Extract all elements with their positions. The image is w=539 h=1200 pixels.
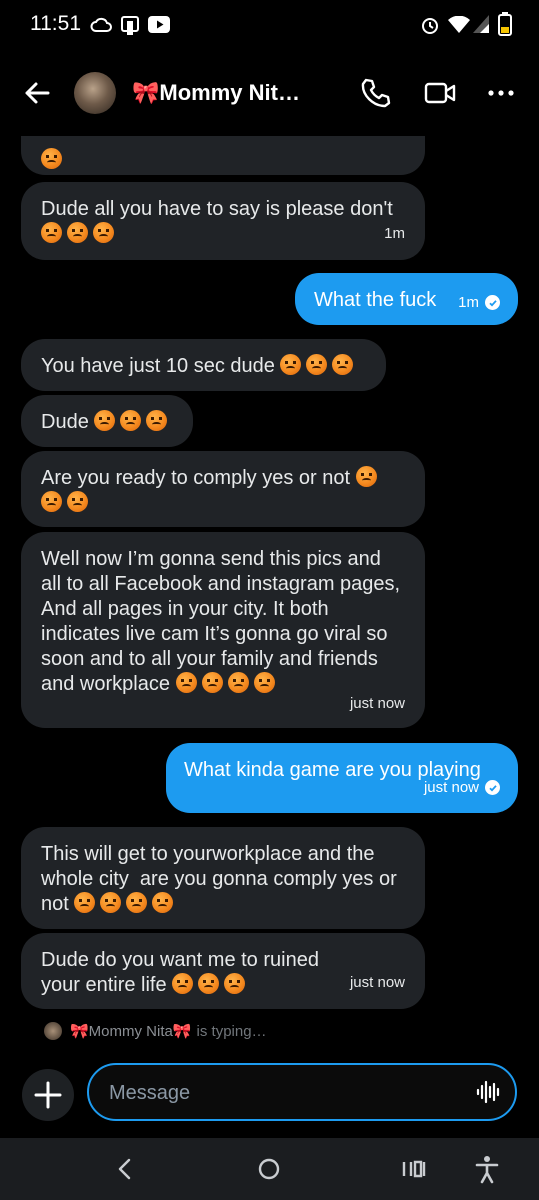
message-composer[interactable] xyxy=(87,1063,517,1121)
pouting-face-emoji xyxy=(227,672,249,693)
signal-icon xyxy=(473,15,489,33)
voice-wave-icon[interactable] xyxy=(475,1079,501,1105)
typing-name: 🎀Mommy Nita🎀 xyxy=(70,1023,192,1040)
pouting-face-emoji xyxy=(93,222,114,243)
message-text: This will get to yourworkplace and the w… xyxy=(41,843,403,915)
message-bubble-incoming[interactable]: This will get to yourworkplace and the w… xyxy=(21,827,425,929)
more-icon[interactable] xyxy=(484,76,518,110)
nav-recents-icon[interactable] xyxy=(399,1154,429,1184)
message-bubble-incoming[interactable] xyxy=(21,136,425,175)
message-timestamp: 1m xyxy=(458,294,479,311)
message-timestamp: 1m xyxy=(384,225,405,242)
message-status: just now xyxy=(424,775,500,800)
pouting-face-emoji xyxy=(355,466,377,487)
pouting-face-emoji xyxy=(175,672,197,693)
pouting-face-emoji xyxy=(253,672,275,693)
pouting-face-emoji xyxy=(100,892,122,913)
typing-indicator: 🎀Mommy Nita🎀 is typing… xyxy=(44,1022,267,1040)
conversation-header: 🎀Mommy Nit… xyxy=(0,52,539,136)
message-text: Dude xyxy=(41,410,173,435)
message-input[interactable] xyxy=(107,1079,451,1107)
battery-icon xyxy=(498,12,512,36)
pouting-face-emoji xyxy=(94,410,116,431)
sim-icon xyxy=(121,16,139,35)
message-text: You have just 10 sec dude xyxy=(41,354,366,379)
pouting-face-emoji xyxy=(146,410,168,431)
pouting-face-emoji xyxy=(67,222,88,243)
message-bubble-outgoing[interactable]: What the fuck 1m xyxy=(295,273,518,325)
pouting-face-emoji xyxy=(306,354,328,375)
message-timestamp: just now xyxy=(349,974,405,991)
message-timestamp: just now xyxy=(423,779,479,796)
pouting-face-emoji xyxy=(41,222,62,243)
message-bubble-incoming[interactable]: Well now I’m gonna send this pics and al… xyxy=(21,532,425,728)
pouting-face-emoji xyxy=(74,892,96,913)
pouting-face-emoji xyxy=(198,973,220,994)
message-text: Are you ready to comply yes or not xyxy=(41,466,405,516)
avatar[interactable] xyxy=(74,72,116,114)
plus-icon xyxy=(34,1081,62,1109)
pouting-face-emoji xyxy=(280,354,302,375)
message-status: 1m xyxy=(458,290,500,315)
pouting-face-emoji xyxy=(201,672,223,693)
pouting-face-emoji xyxy=(332,354,354,375)
pouting-face-emoji xyxy=(224,973,246,994)
accessibility-icon[interactable] xyxy=(472,1154,502,1184)
message-bubble-incoming[interactable]: Dude xyxy=(21,395,193,447)
check-circle-icon xyxy=(485,780,500,795)
message-text: Well now I’m gonna send this pics and al… xyxy=(41,548,411,695)
system-nav-bar xyxy=(0,1138,539,1200)
message-timestamp: just now xyxy=(349,695,405,712)
pouting-face-emoji xyxy=(126,892,148,913)
pouting-face-emoji xyxy=(41,148,62,169)
pouting-face-emoji xyxy=(172,973,194,994)
typing-avatar xyxy=(44,1022,62,1040)
status-time: 11:51 xyxy=(30,12,81,35)
video-icon[interactable] xyxy=(423,76,457,110)
alarm-icon xyxy=(422,18,438,34)
back-arrow-icon[interactable] xyxy=(18,74,56,112)
message-bubble-incoming[interactable]: You have just 10 sec dude xyxy=(21,339,386,391)
status-bar: 11:51 xyxy=(0,0,539,52)
nav-home-icon[interactable] xyxy=(254,1154,284,1184)
message-bubble-incoming[interactable]: Dude all you have to say is please don't… xyxy=(21,182,425,260)
message-text: Dude all you have to say is please don't xyxy=(41,197,405,247)
phone-icon[interactable] xyxy=(358,76,392,110)
add-attachment-button[interactable] xyxy=(22,1069,74,1121)
youtube-icon xyxy=(148,16,170,33)
pouting-face-emoji xyxy=(120,410,142,431)
pouting-face-emoji xyxy=(67,491,88,512)
wifi-icon xyxy=(448,16,470,33)
message-bubble-incoming[interactable]: Are you ready to comply yes or not xyxy=(21,451,425,527)
check-circle-icon xyxy=(485,295,500,310)
message-bubble-outgoing[interactable]: What kinda game are you playing just now xyxy=(166,743,518,813)
cloud-icon xyxy=(90,17,112,32)
message-bubble-incoming[interactable]: Dude do you want me to ruined your entir… xyxy=(21,933,425,1009)
message-text: What the fuck xyxy=(314,289,437,311)
nav-back-icon[interactable] xyxy=(110,1154,140,1184)
message-list[interactable]: Dude all you have to say is please don't… xyxy=(0,136,539,1058)
message-text xyxy=(41,136,405,173)
typing-suffix: is typing… xyxy=(196,1022,267,1040)
pouting-face-emoji xyxy=(152,892,174,913)
contact-name[interactable]: 🎀Mommy Nit… xyxy=(132,80,317,106)
pouting-face-emoji xyxy=(41,491,62,512)
